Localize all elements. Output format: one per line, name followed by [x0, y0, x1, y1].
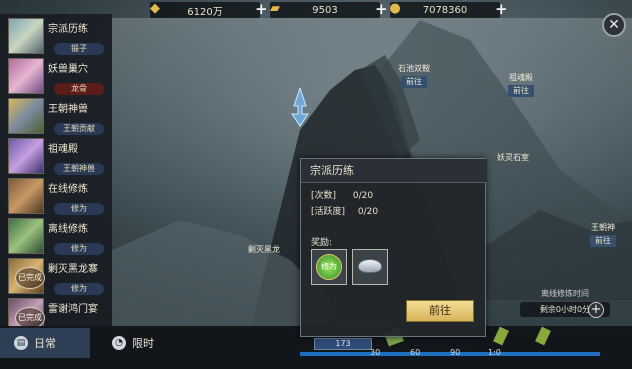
cultivation-orb-icon: 修为 — [316, 254, 342, 280]
reward-badge: 王朝神兽 — [54, 163, 104, 175]
silver-ingot-icon — [358, 259, 382, 273]
activity-sidebar: 宗派历练 锻子 妖兽巢穴 龙骨 王朝神兽 王朝贡献 祖魂殿 王朝神兽 在线修炼 … — [0, 14, 112, 334]
reward-silver[interactable] — [352, 249, 388, 285]
resource-ingot: ◆ 6120万 + — [150, 1, 268, 18]
reward-badge: 修为 — [54, 203, 104, 215]
add-coins-button[interactable]: + — [495, 2, 509, 17]
add-time-button[interactable]: + — [588, 302, 604, 318]
attempt-count: [次数] 0/20 — [311, 191, 374, 201]
map-label-zuhun[interactable]: 祖魂殿 前往 — [508, 72, 534, 97]
reward-label: 奖励: — [311, 238, 333, 248]
completed-stamp: 已完成 — [15, 267, 45, 289]
gold-bar-icon: ▰ — [270, 1, 280, 16]
activity-thumbnail — [8, 178, 44, 214]
close-button[interactable]: ✕ — [602, 13, 626, 37]
document-icon: ▤ — [14, 336, 28, 350]
sidebar-item-dynasty-beast[interactable]: 王朝神兽 王朝贡献 — [4, 96, 110, 136]
dialog-title: 宗派历练 — [301, 159, 487, 183]
activity-thumbnail — [8, 98, 44, 134]
reward-badge: 修为 — [54, 243, 104, 255]
tab-limited[interactable]: ◔ 限时 — [96, 328, 186, 358]
sidebar-item-sect-training[interactable]: 宗派历练 锻子 — [4, 16, 110, 56]
location-arrow-icon — [291, 88, 309, 127]
coin-stack-icon: ● — [389, 1, 401, 16]
map-go-button[interactable]: 前往 — [401, 76, 427, 88]
activity-thumbnail — [8, 138, 44, 174]
sidebar-item-black-dragon[interactable]: 已完成 剿灭黑龙寨 修为 — [4, 256, 110, 296]
resource-bar: ◆ 6120万 + ▰ 9503 + ● 7078360 + — [150, 0, 508, 20]
activity-points-row: [活跃度] 0/20 — [311, 207, 379, 217]
sidebar-item-beast-lair[interactable]: 妖兽巢穴 龙骨 — [4, 56, 110, 96]
activity-thumbnail — [8, 218, 44, 254]
map-label-wangchao[interactable]: 王朝神 前往 — [590, 222, 616, 247]
tab-daily[interactable]: ▤ 日常 — [0, 328, 90, 358]
close-icon: ✕ — [608, 17, 620, 33]
activity-thumbnail — [8, 58, 44, 94]
sidebar-item-ancestor-hall[interactable]: 祖魂殿 王朝神兽 — [4, 136, 110, 176]
activity-progress-bar: 173 30 60 90 1:0 — [300, 326, 600, 358]
sidebar-item-offline-training[interactable]: 离线修炼 修为 — [4, 216, 110, 256]
resource-goldbar: ▰ 9503 + — [270, 1, 388, 18]
map-label-yaoling: 妖灵石室 — [497, 153, 529, 162]
clock-icon: ◔ — [112, 336, 126, 350]
go-button[interactable]: 前往 — [406, 300, 474, 322]
map-label-heilong: 剿灭黑龙 — [248, 245, 280, 254]
gold-ingot-icon: ◆ — [150, 1, 160, 16]
map-go-button[interactable]: 前往 — [590, 235, 616, 247]
reward-badge: 修为 — [54, 283, 104, 295]
sidebar-item-online-training[interactable]: 在线修炼 修为 — [4, 176, 110, 216]
reward-badge: 锻子 — [54, 43, 104, 55]
reward-badge: 王朝贡献 — [54, 123, 104, 135]
resource-coins: ● 7078360 + — [389, 1, 508, 18]
reward-cultivation[interactable]: 修为 — [311, 249, 347, 285]
map-go-button[interactable]: 前往 — [508, 85, 534, 97]
map-label-shichi[interactable]: 石池双鞍 前往 — [398, 63, 430, 88]
reward-badge: 龙骨 — [54, 83, 104, 95]
activity-thumbnail — [8, 18, 44, 54]
activity-detail-dialog: 宗派历练 [次数] 0/20 [活跃度] 0/20 奖励: 修为 前往 — [300, 158, 487, 337]
activity-points: 173 — [314, 338, 372, 350]
activity-thumbnail: 已完成 — [8, 258, 45, 294]
